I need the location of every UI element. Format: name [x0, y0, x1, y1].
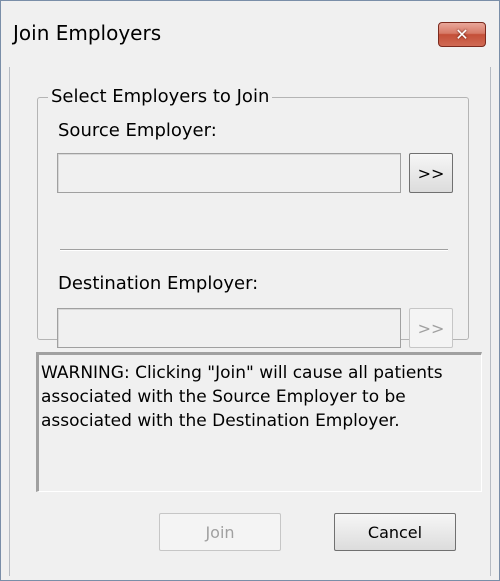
title-bar: Join Employers ✕: [1, 1, 499, 67]
source-employer-field[interactable]: [57, 153, 401, 193]
destination-employer-field[interactable]: [57, 308, 401, 348]
select-employers-group: Select Employers to Join Source Employer…: [37, 86, 469, 348]
window-title: Join Employers: [13, 21, 162, 45]
destination-employer-label: Destination Employer:: [58, 273, 259, 294]
destination-employer-pick-button[interactable]: >>: [409, 308, 453, 348]
dialog-body: Select Employers to Join Source Employer…: [9, 67, 491, 576]
close-icon: ✕: [455, 25, 469, 44]
join-button[interactable]: Join: [159, 513, 281, 551]
warning-message: WARNING: Clicking "Join" will cause all …: [36, 352, 482, 492]
join-employers-dialog: Join Employers ✕ Select Employers to Joi…: [0, 0, 500, 581]
cancel-button[interactable]: Cancel: [334, 513, 456, 551]
group-legend: Select Employers to Join: [48, 86, 273, 107]
separator: [60, 249, 448, 251]
source-employer-pick-button[interactable]: >>: [409, 153, 453, 193]
close-button[interactable]: ✕: [438, 22, 486, 47]
source-employer-label: Source Employer:: [58, 120, 217, 141]
